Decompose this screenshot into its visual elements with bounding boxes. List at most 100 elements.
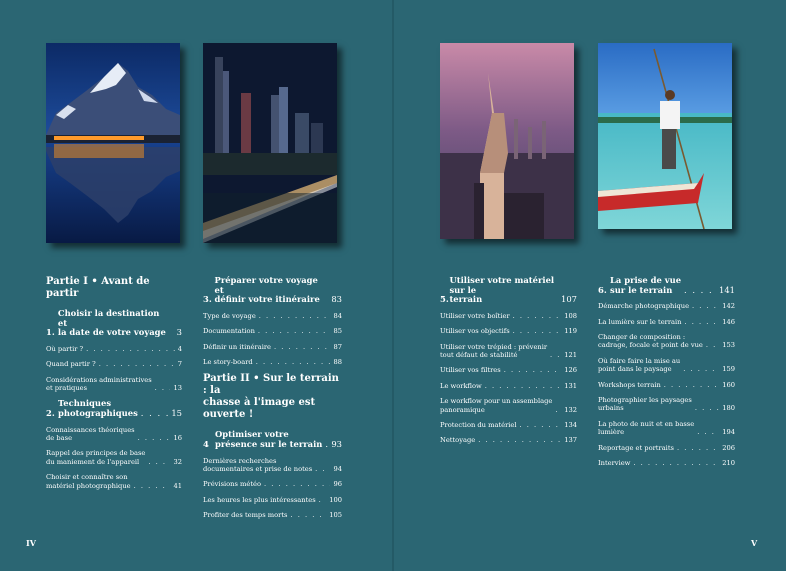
entry-title: Type de voyage [203, 311, 256, 320]
leader-dots: . . . . . . . . . . . . . . . . . . . . … [257, 327, 331, 336]
entry-title: Utiliser vos filtres [440, 366, 501, 375]
toc-entry: Le workflow. . . . . . . . . . . . . . .… [440, 382, 577, 390]
toc-entry: Rappel des principes de base du maniemen… [46, 449, 182, 466]
toc-section-entry: 1. Choisir la destination et la date de v… [46, 308, 182, 338]
entry-title: Considérations administratives et pratiq… [46, 375, 152, 392]
toc-line: Utiliser votre trépied : prévenir tout d… [440, 343, 577, 360]
toc-entry: Choisir et connaître son matériel photog… [46, 473, 182, 490]
page-number: 210 [722, 459, 735, 468]
entry-title: Reportage et portraits [598, 443, 674, 452]
leader-dots: . . . . . . . . . . . . . . . . . . . . … [148, 457, 170, 466]
entry-title: Les heures les plus intéressantes [203, 495, 316, 504]
section-title: Préparer votre voyage et définir votre i… [214, 275, 320, 305]
toc-entry: Workshops terrain. . . . . . . . . . . .… [598, 381, 735, 389]
toc-line: 3. Préparer votre voyage et définir votre… [203, 275, 342, 305]
page-number: 121 [564, 351, 577, 359]
photo-lofoten-night [46, 43, 180, 243]
entry-title: Protection du matériel [440, 421, 517, 430]
folio-left: IV [26, 538, 36, 548]
page-number: 13 [173, 384, 182, 392]
entry-title: Le workflow [440, 381, 482, 390]
toc-entry: Changer de composition : cadrage, focale… [598, 333, 735, 350]
toc-line: Rappel des principes de base du maniemen… [46, 449, 182, 466]
page-number: 126 [564, 366, 577, 375]
leader-dots: . . . . . . . . . . . . . . . . . . . . … [697, 428, 719, 437]
toc-line: 1. Choisir la destination et la date de v… [46, 308, 182, 338]
toc-line: Utiliser vos filtres. . . . . . . . . . … [440, 366, 577, 374]
toc-line: Considérations administratives et pratiq… [46, 376, 182, 393]
toc-entry: Utiliser vos objectifs. . . . . . . . . … [440, 327, 577, 335]
toc-section-entry: 2.Techniques photographiques. . . . . . … [46, 399, 182, 418]
part-heading: Partie I • Avant de partir [46, 276, 150, 299]
toc-entry: Photographier les paysages urbains. . . … [598, 396, 735, 413]
leader-dots: . . . . . . . . . . . . . . . . . . . . … [503, 366, 562, 375]
toc-line: Prévisions météo. . . . . . . . . . . . … [203, 480, 342, 488]
page-number: 160 [722, 380, 735, 389]
toc-line: Démarche photographique. . . . . . . . .… [598, 302, 735, 310]
leader-dots: . . . . . . . . . . . . . . . . . . . . … [512, 311, 562, 320]
toc-line: Connaissances théoriques de base. . . . … [46, 426, 182, 443]
toc-line: Utiliser votre boîtier. . . . . . . . . … [440, 312, 577, 320]
photo-chrysler-building [440, 43, 574, 239]
toc-line: 5. Utiliser votre matériel sur le terrain… [440, 275, 577, 305]
page-number: 87 [333, 342, 342, 351]
toc-section-entry: 4 Optimiser votre présence sur le terrain… [203, 430, 342, 449]
entry-title: Où faire faire la mise au point dans le … [598, 356, 681, 374]
page-number: 153 [722, 341, 735, 350]
page-number: 132 [564, 405, 577, 414]
toc-entry: Nettoyage. . . . . . . . . . . . . . . .… [440, 436, 577, 444]
toc-entry: Le workflow pour un assemblage panoramiq… [440, 397, 577, 414]
page-number: 41 [173, 481, 182, 490]
page-number: 85 [333, 327, 342, 336]
entry-title: La photo de nuit et en basse lumière [598, 419, 695, 437]
toc-line: Interview. . . . . . . . . . . . . . . .… [598, 459, 735, 467]
leader-dots: . . . . . . . . . . . . . . . . . . . . … [550, 351, 561, 359]
leader-dots: . . . . . . . . . . . . . . . . . . . . … [683, 365, 719, 374]
entry-title: Rappel des principes de base du maniemen… [46, 449, 146, 466]
section-number: 2. [46, 408, 55, 418]
toc-line: Changer de composition : cadrage, focale… [598, 333, 735, 350]
leader-dots: . . . . . . . . . . . . . . . . . . . . … [684, 317, 719, 326]
toc-line: La photo de nuit et en basse lumière. . … [598, 420, 735, 437]
toc-line: Protection du matériel. . . . . . . . . … [440, 421, 577, 429]
entry-title: Utiliser votre boîtier [440, 311, 510, 320]
toc-entry: Utiliser votre boîtier. . . . . . . . . … [440, 312, 577, 320]
page-number: 146 [722, 317, 735, 326]
entry-title: Workshops terrain [598, 380, 661, 389]
leader-dots: . . . . . . . . . . . . . . . . . . . . … [264, 480, 330, 489]
entry-title: Profiter des temps morts [203, 511, 288, 520]
toc-entry: Dernières recherches documentaires et pr… [203, 457, 342, 474]
page-number: 88 [333, 358, 342, 366]
page-number: 134 [564, 421, 577, 430]
toc-entry: La lumière sur le terrain. . . . . . . .… [598, 318, 735, 326]
toc-line: Quand partir ?. . . . . . . . . . . . . … [46, 360, 182, 368]
toc-entry: Reportage et portraits. . . . . . . . . … [598, 444, 735, 452]
toc-line: 2.Techniques photographiques. . . . . . … [46, 399, 182, 418]
toc-section-entry: 6. La prise de vue sur le terrain. . . . … [598, 275, 735, 295]
section-title: Utiliser votre matériel sur le terrain [449, 275, 555, 305]
page-number: 141 [719, 284, 735, 295]
leader-dots: . . . . . . . . . . . . . . . . . . . . … [692, 302, 719, 311]
folio-right: V [751, 538, 758, 548]
page-gutter [392, 0, 394, 571]
entry-title: Le story-board [203, 358, 253, 366]
toc-entry: Interview. . . . . . . . . . . . . . . .… [598, 459, 735, 467]
leader-dots: . . . . . . . . . . . . . . . . . . . . … [705, 341, 719, 350]
toc-entry: Connaissances théoriques de base. . . . … [46, 426, 182, 443]
section-number: 3. [203, 294, 212, 305]
toc-entry: Prévisions météo. . . . . . . . . . . . … [203, 480, 342, 488]
toc-line: Workshops terrain. . . . . . . . . . . .… [598, 381, 735, 389]
toc-column-1: Partie I • Avant de partir 1. Choisir la d… [46, 276, 182, 497]
toc-column-3: 5. Utiliser votre matériel sur le terrain… [440, 275, 577, 452]
toc-line: Le story-board. . . . . . . . . . . . . … [203, 358, 342, 366]
page-number: 93 [331, 439, 342, 449]
leader-dots: . . . . . . . . . . . . . . . . . . . . … [684, 285, 716, 295]
leader-dots: . . . . . . . . . . . . . . . . . . . . … [694, 404, 719, 413]
toc-entry: Protection du matériel. . . . . . . . . … [440, 421, 577, 429]
leader-dots: . . . . . . . . . . . . . . . . . . . . … [98, 360, 175, 369]
book-spread: Partie I • Avant de partir 1. Choisir la d… [0, 0, 786, 571]
section-number: 6. [598, 284, 607, 295]
toc-line: Photographier les paysages urbains. . . … [598, 396, 735, 413]
part-heading: Partie II • Sur le terrain : la chasse à… [203, 373, 339, 421]
photo-city-night [203, 43, 337, 243]
